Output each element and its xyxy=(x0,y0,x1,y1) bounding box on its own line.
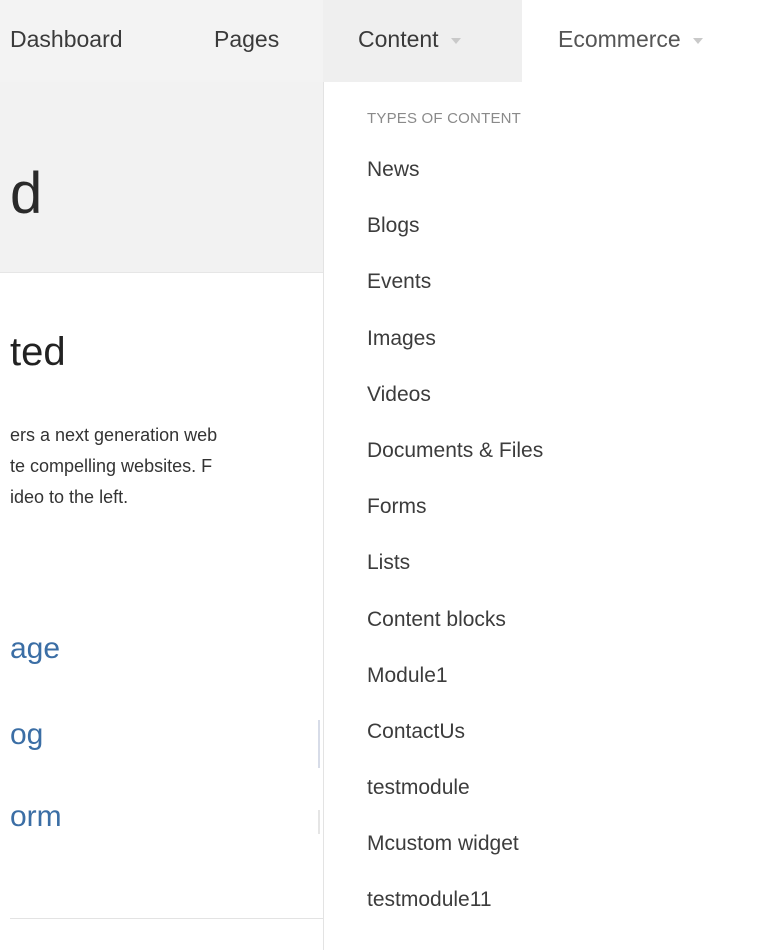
menu-item-testmodule[interactable]: testmodule xyxy=(367,776,543,832)
paragraph-line: ideo to the left. xyxy=(10,487,129,507)
divider xyxy=(318,720,320,768)
menu-item-content-blocks[interactable]: Content blocks xyxy=(367,608,543,664)
menu-item-images[interactable]: Images xyxy=(367,327,543,383)
nav-ecommerce-label: Ecommerce xyxy=(558,26,681,52)
caret-down-icon xyxy=(450,37,461,44)
menu-item-forms[interactable]: Forms xyxy=(367,495,543,551)
menu-item-videos[interactable]: Videos xyxy=(367,383,543,439)
menu-item-contactus[interactable]: ContactUs xyxy=(367,720,543,776)
menu-item-mcustom-widget[interactable]: Mcustom widget xyxy=(367,832,543,888)
dropdown-list: News Blogs Events Images Videos Document… xyxy=(367,158,543,945)
nav-dashboard-label: Dashboard xyxy=(10,26,123,52)
nav-content[interactable]: Content xyxy=(358,26,461,53)
caret-down-icon xyxy=(692,37,703,44)
nav-dashboard[interactable]: Dashboard xyxy=(10,26,123,53)
intro-paragraph: ers a next generation web te compelling … xyxy=(10,420,330,513)
divider xyxy=(318,810,320,834)
menu-item-blogs[interactable]: Blogs xyxy=(367,214,543,270)
menu-item-news[interactable]: News xyxy=(367,158,543,214)
quick-link[interactable]: og xyxy=(10,718,43,752)
page-title: d xyxy=(10,161,43,226)
menu-item-events[interactable]: Events xyxy=(367,270,543,326)
nav-pages[interactable]: Pages xyxy=(214,26,279,53)
paragraph-line: ers a next generation web xyxy=(10,425,218,445)
nav-pages-label: Pages xyxy=(214,26,280,52)
menu-item-documents-files[interactable]: Documents & Files xyxy=(367,439,543,495)
quick-link[interactable]: age xyxy=(10,632,60,666)
quick-link[interactable]: orm xyxy=(10,800,62,834)
menu-item-testmodule11[interactable]: testmodule11 xyxy=(367,888,543,944)
nav-ecommerce[interactable]: Ecommerce xyxy=(558,26,703,53)
section-title: ted xyxy=(10,330,66,374)
menu-item-lists[interactable]: Lists xyxy=(367,551,543,607)
top-navigation: Dashboard Pages Content Ecommerce xyxy=(0,0,766,82)
nav-content-label: Content xyxy=(358,26,439,52)
page-header-band xyxy=(0,82,323,273)
menu-item-module1[interactable]: Module1 xyxy=(367,664,543,720)
divider xyxy=(10,918,323,919)
content-dropdown-menu: TYPES OF CONTENT News Blogs Events Image… xyxy=(323,82,766,950)
dropdown-header: TYPES OF CONTENT xyxy=(367,110,522,127)
paragraph-line: te compelling websites. F xyxy=(10,456,213,476)
